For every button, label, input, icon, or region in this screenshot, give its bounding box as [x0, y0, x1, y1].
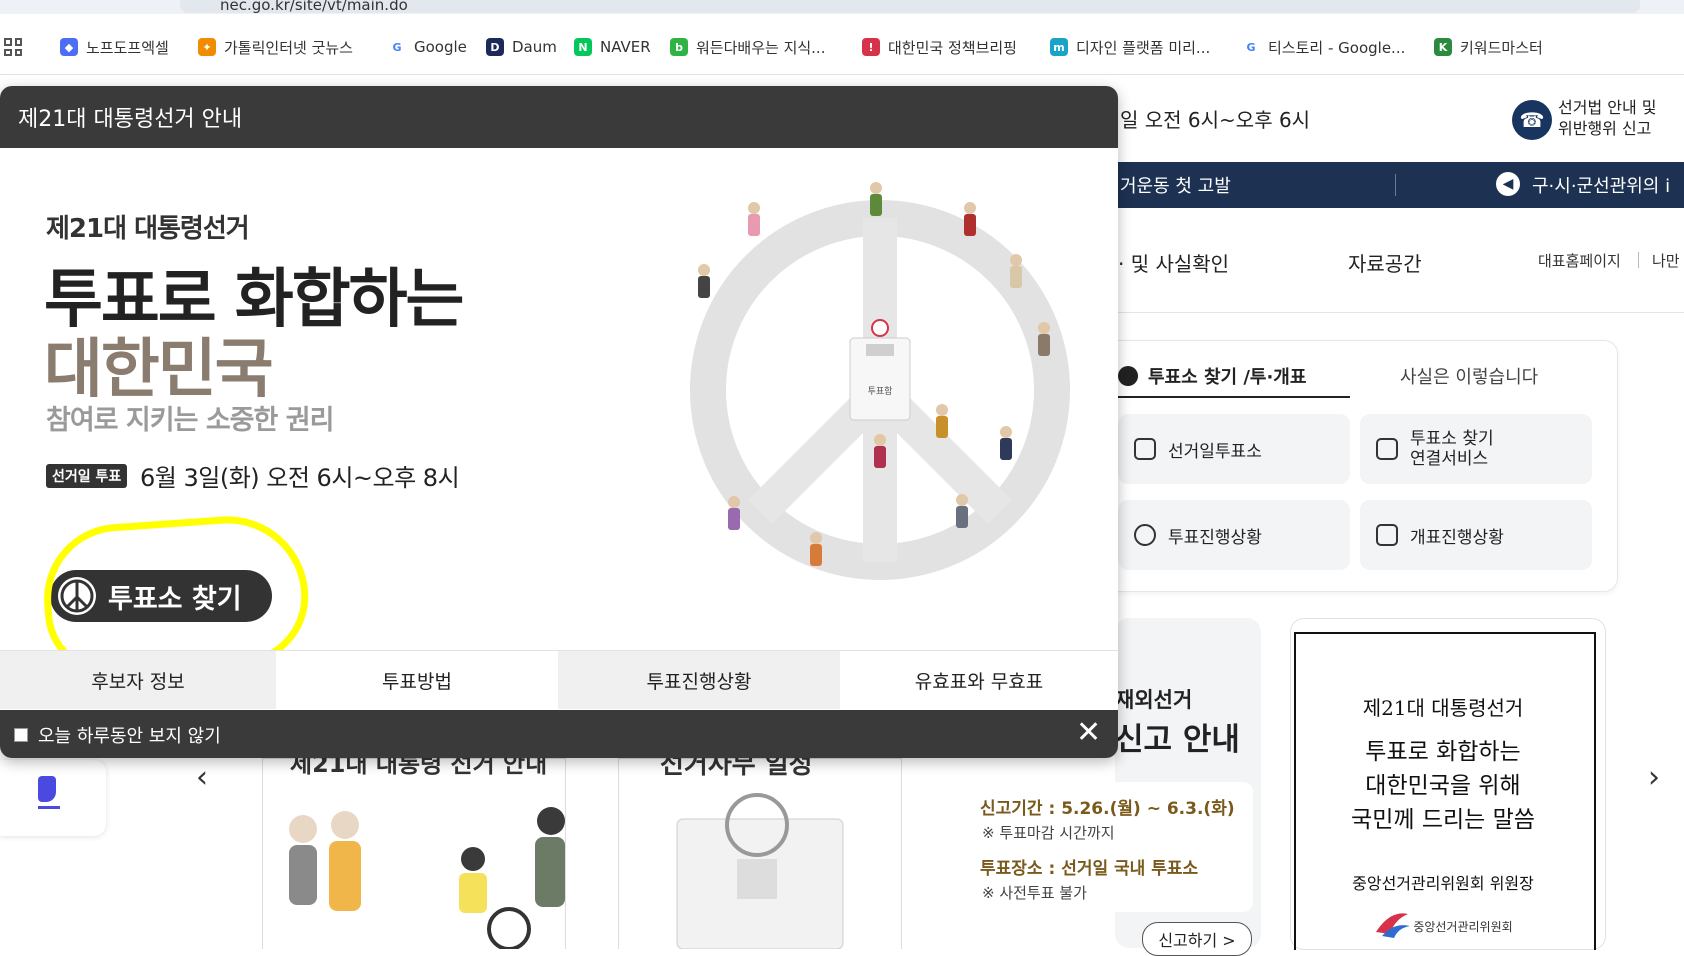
voting-progress-button[interactable]: 투표진행상황: [1118, 500, 1350, 570]
main-homepage-link[interactable]: 대표홈페이지: [1538, 250, 1621, 271]
tab-voting-method[interactable]: 투표방법: [276, 650, 558, 709]
tab-fact[interactable]: 사실은 이렇습니다: [1400, 356, 1538, 396]
blog-icon: b: [670, 38, 688, 56]
policy-briefing-icon: !: [862, 38, 880, 56]
keyword-master-icon: K: [1434, 38, 1452, 56]
apps-grid-icon[interactable]: [4, 38, 22, 56]
report-button[interactable]: 신고하기 >: [1142, 922, 1252, 956]
hero-tagline: 참여로 지키는 소중한 권리: [46, 405, 334, 436]
abroad-period-note: ※ 투표마감 시간까지: [982, 824, 1115, 842]
abroad-heading: 신고 안내: [1115, 722, 1240, 758]
my-page-link[interactable]: 나만: [1652, 250, 1680, 271]
bookmark-favicon-icon: ◆: [60, 38, 78, 56]
popup-title: 제21대 대통령선거 안내: [18, 107, 243, 132]
election-schedule-card[interactable]: [618, 758, 902, 949]
abroad-period: 신고기간 : 5.26.(월) ~ 6.3.(화): [980, 799, 1235, 819]
bookmark-item[interactable]: ◆ 노프도프엑셀: [60, 36, 169, 58]
abroad-place: 투표장소 : 선거일 국내 투표소: [980, 859, 1199, 879]
ballot-logo-icon: [1118, 366, 1138, 386]
ballot-box-label: 투표함: [868, 386, 893, 397]
ballot-icon: [1134, 438, 1156, 460]
link-icon: [1376, 438, 1398, 460]
tab-valid-invalid-votes[interactable]: 유효표와 무효표: [840, 650, 1118, 709]
notice-text-2[interactable]: 구·시·군선관위의 i: [1532, 172, 1670, 198]
speaker-icon: ◀: [1496, 172, 1520, 196]
peace-symbol-illustration: 투표함: [690, 182, 1070, 580]
hand-icon: [38, 776, 56, 802]
notice-divider: [1395, 174, 1396, 196]
bookmark-item[interactable]: m 디자인 플랫폼 미리...: [1050, 36, 1210, 58]
bookmark-item[interactable]: K 키워드마스터: [1434, 36, 1543, 58]
hand-icon-underline: [38, 806, 60, 809]
bookmark-item[interactable]: G 티스토리 - Google...: [1242, 36, 1405, 58]
bookmark-item[interactable]: ✦ 가톨릭인터넷 굿뉴스: [198, 36, 353, 58]
nav-archive[interactable]: 자료공간: [1348, 248, 1422, 277]
pie-chart-icon: [1134, 524, 1156, 546]
election-day-badge: 선거일 투표: [46, 464, 128, 488]
nec-logo-icon: [1376, 913, 1410, 938]
voters-illustration: [289, 807, 565, 949]
polling-station-link-button[interactable]: 투표소 찾기 연결서비스: [1360, 414, 1592, 484]
carousel-prev-icon[interactable]: ‹: [196, 760, 208, 795]
ballot-box-illustration: [676, 793, 844, 949]
naver-icon: N: [574, 38, 592, 56]
tab-candidate-info[interactable]: 후보자 정보: [0, 650, 276, 709]
notice-text[interactable]: 거운동 첫 고발: [1120, 172, 1231, 198]
carousel-next-icon[interactable]: ›: [1648, 760, 1660, 795]
letter-line-1: 제21대 대통령선거: [1362, 696, 1524, 720]
person-check-icon: [1376, 524, 1398, 546]
report-violation-link[interactable]: 선거법 안내 및 위반행위 신고: [1558, 97, 1676, 139]
election-day-text: 6월 3일(화) 오전 6시~오후 8시: [140, 464, 460, 492]
design-platform-icon: m: [1050, 38, 1068, 56]
letter-signature: 중앙선거관리위원회 위원장: [1352, 874, 1534, 893]
nav-factcheck[interactable]: · 및 사실확인: [1118, 248, 1229, 277]
google-icon: G: [1242, 38, 1260, 56]
letter-line-2: 투표로 화합하는: [1365, 739, 1521, 765]
bookmark-item[interactable]: G Google: [388, 36, 467, 58]
abroad-place-note: ※ 사전투표 불가: [982, 884, 1087, 902]
abroad-title: 재외선거: [1115, 688, 1193, 712]
election-day-polling-button[interactable]: 선거일투표소: [1118, 414, 1350, 484]
bookmark-item[interactable]: D Daum: [486, 36, 557, 58]
google-icon: G: [388, 38, 406, 56]
close-icon[interactable]: ✕: [1076, 718, 1101, 748]
hero-subtitle: 제21대 대통령선거: [46, 214, 250, 244]
nec-logo-text: 중앙선거관리위원회: [1413, 920, 1513, 934]
util-divider: [1638, 252, 1639, 268]
address-url[interactable]: nec.go.kr/site/vt/main.do: [220, 0, 408, 14]
letter-line-4: 국민께 드리는 말씀: [1351, 807, 1535, 833]
dont-show-label[interactable]: 오늘 하루동안 보지 않기: [38, 722, 221, 748]
nav-underline: [1115, 312, 1684, 313]
phone-icon[interactable]: ☎: [1512, 100, 1552, 140]
tab-polling-station[interactable]: 투표소 찾기 /투·개표: [1118, 356, 1350, 398]
dont-show-checkbox[interactable]: [14, 728, 28, 742]
daum-icon: D: [486, 38, 504, 56]
bookmark-item[interactable]: b 워든다배우는 지식...: [670, 36, 825, 58]
vote-time-text: 일 오전 6시~오후 6시: [1120, 108, 1311, 132]
letter-line-3: 대한민국을 위해: [1365, 773, 1521, 799]
bookmark-item[interactable]: ! 대한민국 정책브리핑: [862, 36, 1017, 58]
bookmark-item[interactable]: N NAVER: [574, 36, 651, 58]
tab-voting-progress[interactable]: 투표진행상황: [558, 650, 840, 709]
bookmark-favicon-icon: ✦: [198, 38, 216, 56]
hero-headline-2: 대한민국: [44, 333, 274, 407]
counting-progress-button[interactable]: 개표진행상황: [1360, 500, 1592, 570]
election-guide-card[interactable]: [262, 758, 566, 949]
